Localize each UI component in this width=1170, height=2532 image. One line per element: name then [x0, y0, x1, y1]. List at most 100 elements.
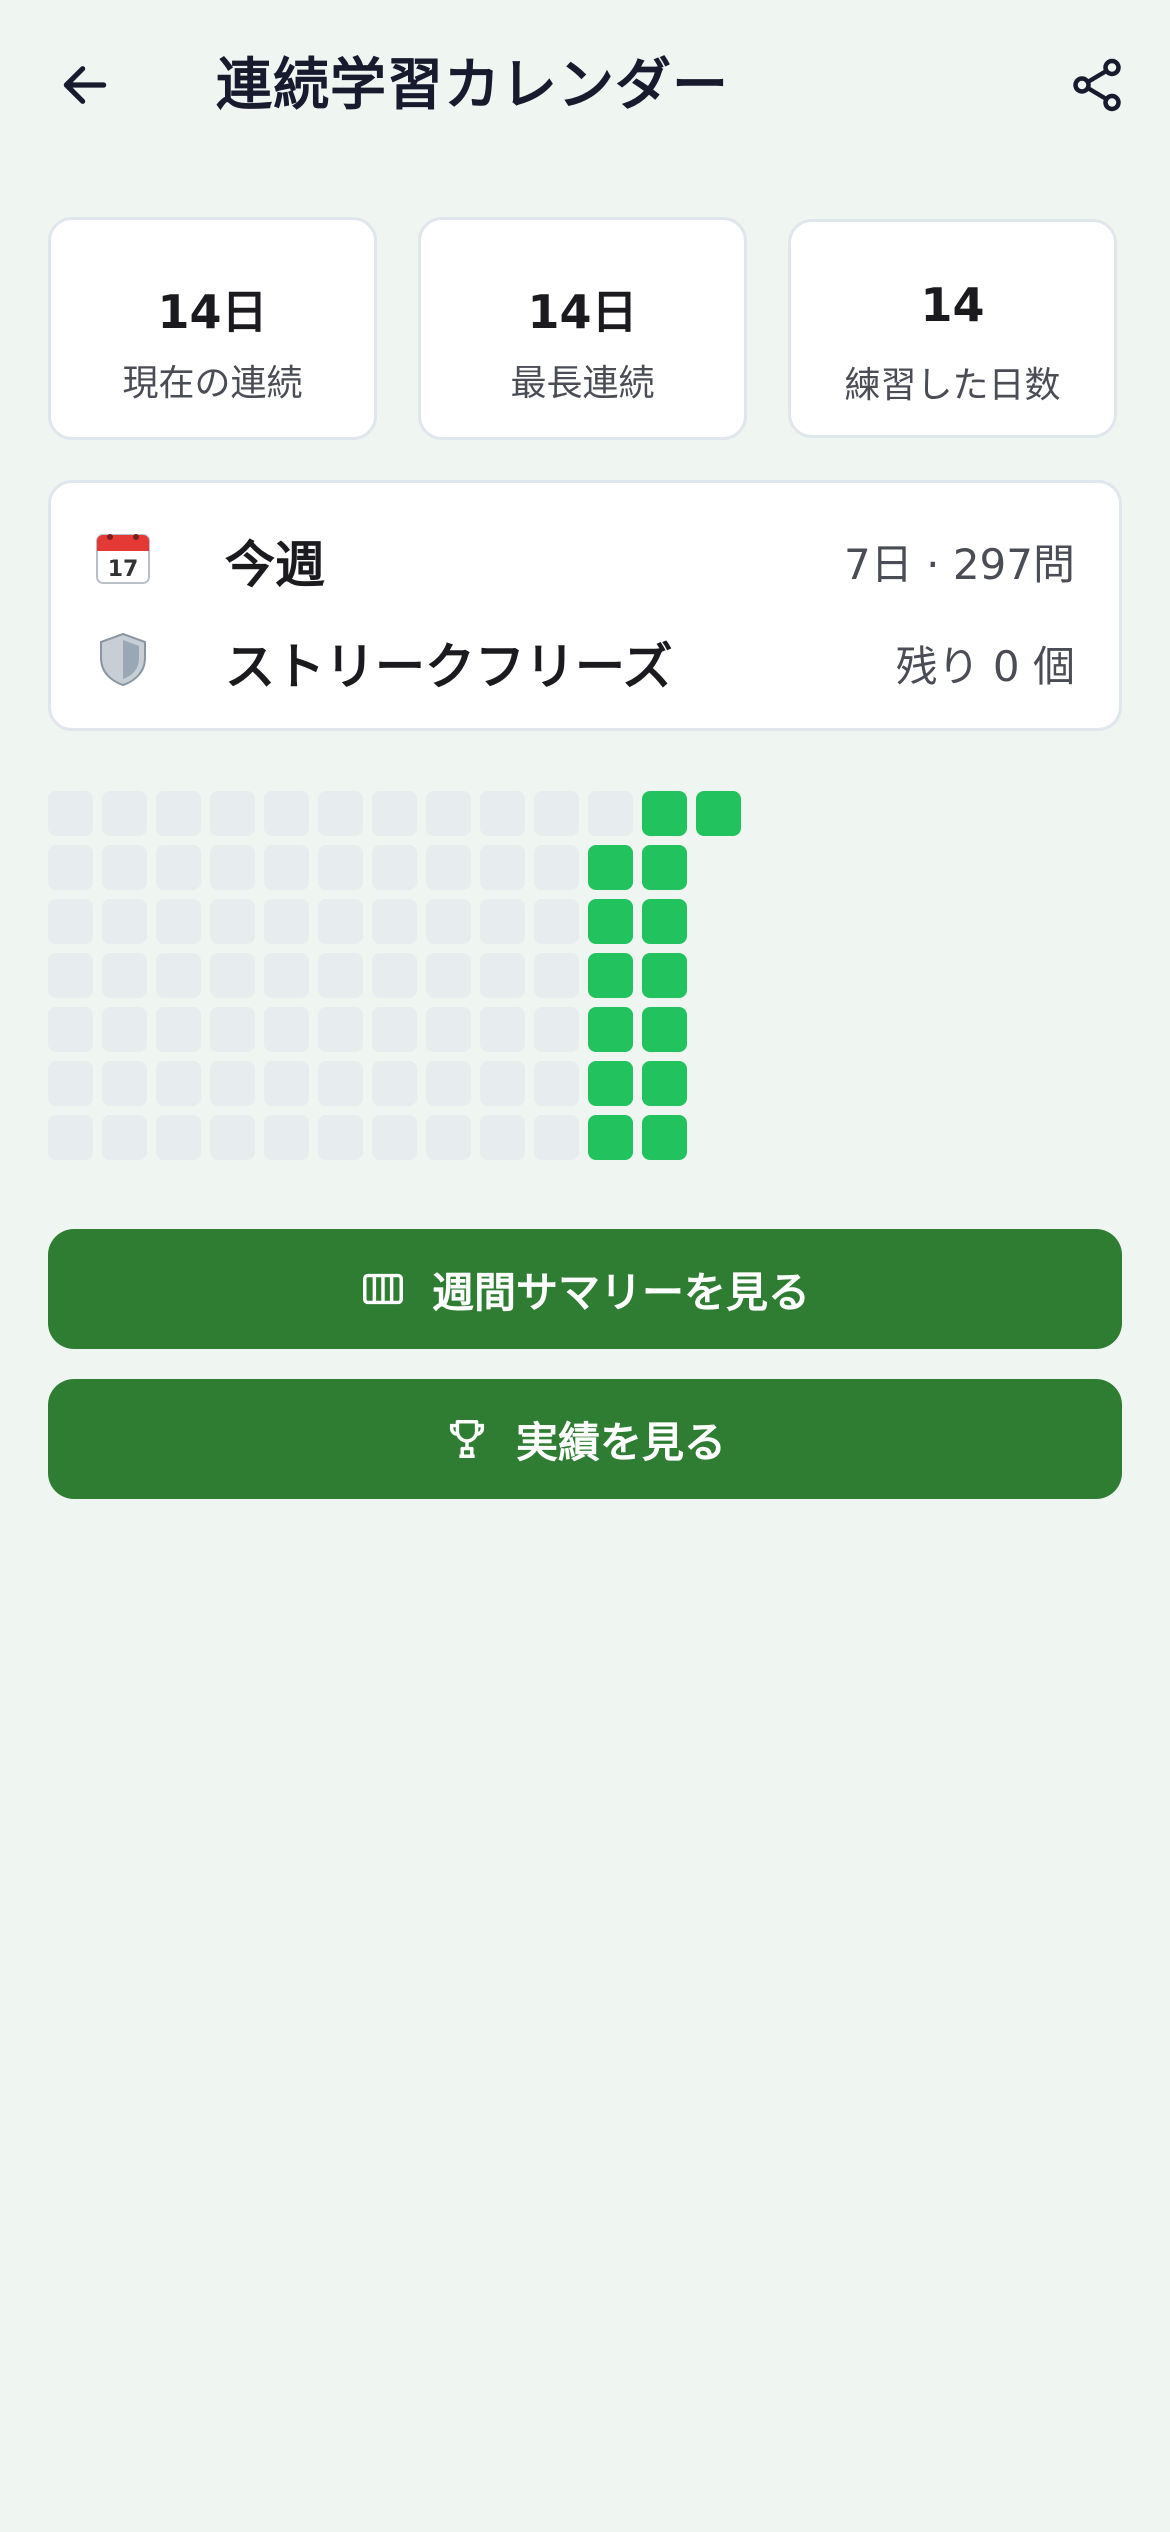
- heatmap-cell: [102, 1115, 147, 1160]
- heatmap-cell: [48, 1007, 93, 1052]
- share-button[interactable]: [1052, 40, 1142, 130]
- heatmap-cell-active: [642, 1007, 687, 1052]
- heatmap-cell: [534, 1115, 579, 1160]
- heatmap-cell: [372, 1007, 417, 1052]
- heatmap-cell: [264, 791, 309, 836]
- heatmap-cell: [264, 953, 309, 998]
- heatmap-cell: [210, 899, 255, 944]
- heatmap-cell: [102, 1061, 147, 1106]
- stat-value: 14: [920, 278, 985, 332]
- this-week-value: 7日 · 297問: [844, 540, 1075, 589]
- weekly-summary-label: 週間サマリーを見る: [431, 1267, 810, 1317]
- heatmap-cell: [426, 1115, 471, 1160]
- heatmap-cell-active: [696, 791, 741, 836]
- heatmap-cell: [156, 845, 201, 890]
- arrow-left-icon: [63, 66, 107, 104]
- heatmap-cell: [588, 791, 633, 836]
- stat-card-current-streak: 14日 現在の連続: [48, 217, 377, 440]
- heatmap-cell: [156, 899, 201, 944]
- streak-freeze-value: 残り 0 個: [895, 642, 1075, 691]
- heatmap-cell: [372, 791, 417, 836]
- heatmap-cell: [156, 1115, 201, 1160]
- heatmap-cell: [102, 845, 147, 890]
- stat-card-longest-streak: 14日 最長連続: [418, 217, 747, 440]
- heatmap-cell: [426, 899, 471, 944]
- trophy-icon: [444, 1416, 490, 1462]
- heatmap-cell: [210, 1115, 255, 1160]
- share-icon: [1073, 58, 1121, 112]
- stat-label: 練習した日数: [844, 365, 1061, 406]
- stat-value: 14日: [527, 285, 638, 339]
- calendar-emoji-icon: 17: [96, 534, 150, 584]
- heatmap-cell-active: [588, 1115, 633, 1160]
- heatmap-cell: [426, 1061, 471, 1106]
- heatmap-cell: [372, 845, 417, 890]
- heatmap-cell: [318, 1061, 363, 1106]
- back-button[interactable]: [40, 40, 130, 130]
- streak-freeze-label: ストリークフリーズ: [225, 638, 673, 696]
- this-week-label: 今週: [225, 536, 325, 594]
- heatmap-cell: [48, 791, 93, 836]
- heatmap-cell: [372, 953, 417, 998]
- heatmap-cell-active: [588, 1007, 633, 1052]
- heatmap-cell: [102, 953, 147, 998]
- heatmap-cell: [48, 1115, 93, 1160]
- heatmap-cell: [534, 899, 579, 944]
- page-title: 連続学習カレンダー: [216, 53, 729, 118]
- this-week-row: 17 今週 7日 · 297問: [95, 517, 1075, 597]
- heatmap-cell: [480, 791, 525, 836]
- heatmap-cell-active: [642, 1115, 687, 1160]
- heatmap-cell: [534, 845, 579, 890]
- weekly-summary-button[interactable]: 週間サマリーを見る: [48, 1229, 1122, 1349]
- svg-text:17: 17: [108, 557, 139, 582]
- heatmap-cell: [48, 1061, 93, 1106]
- heatmap-cell: [318, 953, 363, 998]
- heatmap-cell: [264, 899, 309, 944]
- heatmap-cell-active: [588, 1061, 633, 1106]
- heatmap-cell: [48, 845, 93, 890]
- heatmap-cell: [264, 1007, 309, 1052]
- heatmap-cell-active: [588, 953, 633, 998]
- heatmap-cell: [264, 845, 309, 890]
- heatmap-cell: [534, 1061, 579, 1106]
- heatmap-cell: [156, 1007, 201, 1052]
- stat-label: 現在の連続: [122, 363, 303, 404]
- heatmap-cell: [318, 1007, 363, 1052]
- stat-card-practice-days: 14 練習した日数: [788, 219, 1117, 438]
- stat-value: 14日: [157, 285, 268, 339]
- heatmap-cell-active: [642, 953, 687, 998]
- heatmap-cell: [480, 953, 525, 998]
- heatmap-cell: [102, 791, 147, 836]
- heatmap-cell: [534, 953, 579, 998]
- heatmap-cell: [318, 899, 363, 944]
- heatmap-cell: [210, 953, 255, 998]
- heatmap-cell: [426, 791, 471, 836]
- heatmap-cell: [318, 1115, 363, 1160]
- heatmap-cell: [534, 1007, 579, 1052]
- shield-emoji-icon: [100, 632, 146, 687]
- achievements-button[interactable]: 実績を見る: [48, 1379, 1122, 1499]
- heatmap-cell: [480, 1061, 525, 1106]
- heatmap-cell: [48, 899, 93, 944]
- stat-label: 最長連続: [510, 363, 655, 404]
- heatmap-cell: [210, 791, 255, 836]
- heatmap-cell: [156, 1061, 201, 1106]
- streak-freeze-row: ストリークフリーズ 残り 0 個: [95, 619, 1075, 699]
- heatmap-cell-active: [642, 899, 687, 944]
- heatmap-cell: [210, 1007, 255, 1052]
- heatmap-cell: [480, 1115, 525, 1160]
- heatmap-cell: [480, 899, 525, 944]
- heatmap-cell: [480, 1007, 525, 1052]
- streak-heatmap: [48, 791, 748, 1161]
- heatmap-cell: [264, 1061, 309, 1106]
- heatmap-cell-active: [588, 845, 633, 890]
- heatmap-cell-active: [642, 1061, 687, 1106]
- heatmap-cell-active: [642, 791, 687, 836]
- heatmap-cell: [426, 953, 471, 998]
- heatmap-cell-active: [588, 899, 633, 944]
- heatmap-cell: [156, 953, 201, 998]
- heatmap-cell: [318, 791, 363, 836]
- heatmap-cell: [318, 845, 363, 890]
- heatmap-cell: [48, 953, 93, 998]
- achievements-label: 実績を見る: [515, 1417, 726, 1467]
